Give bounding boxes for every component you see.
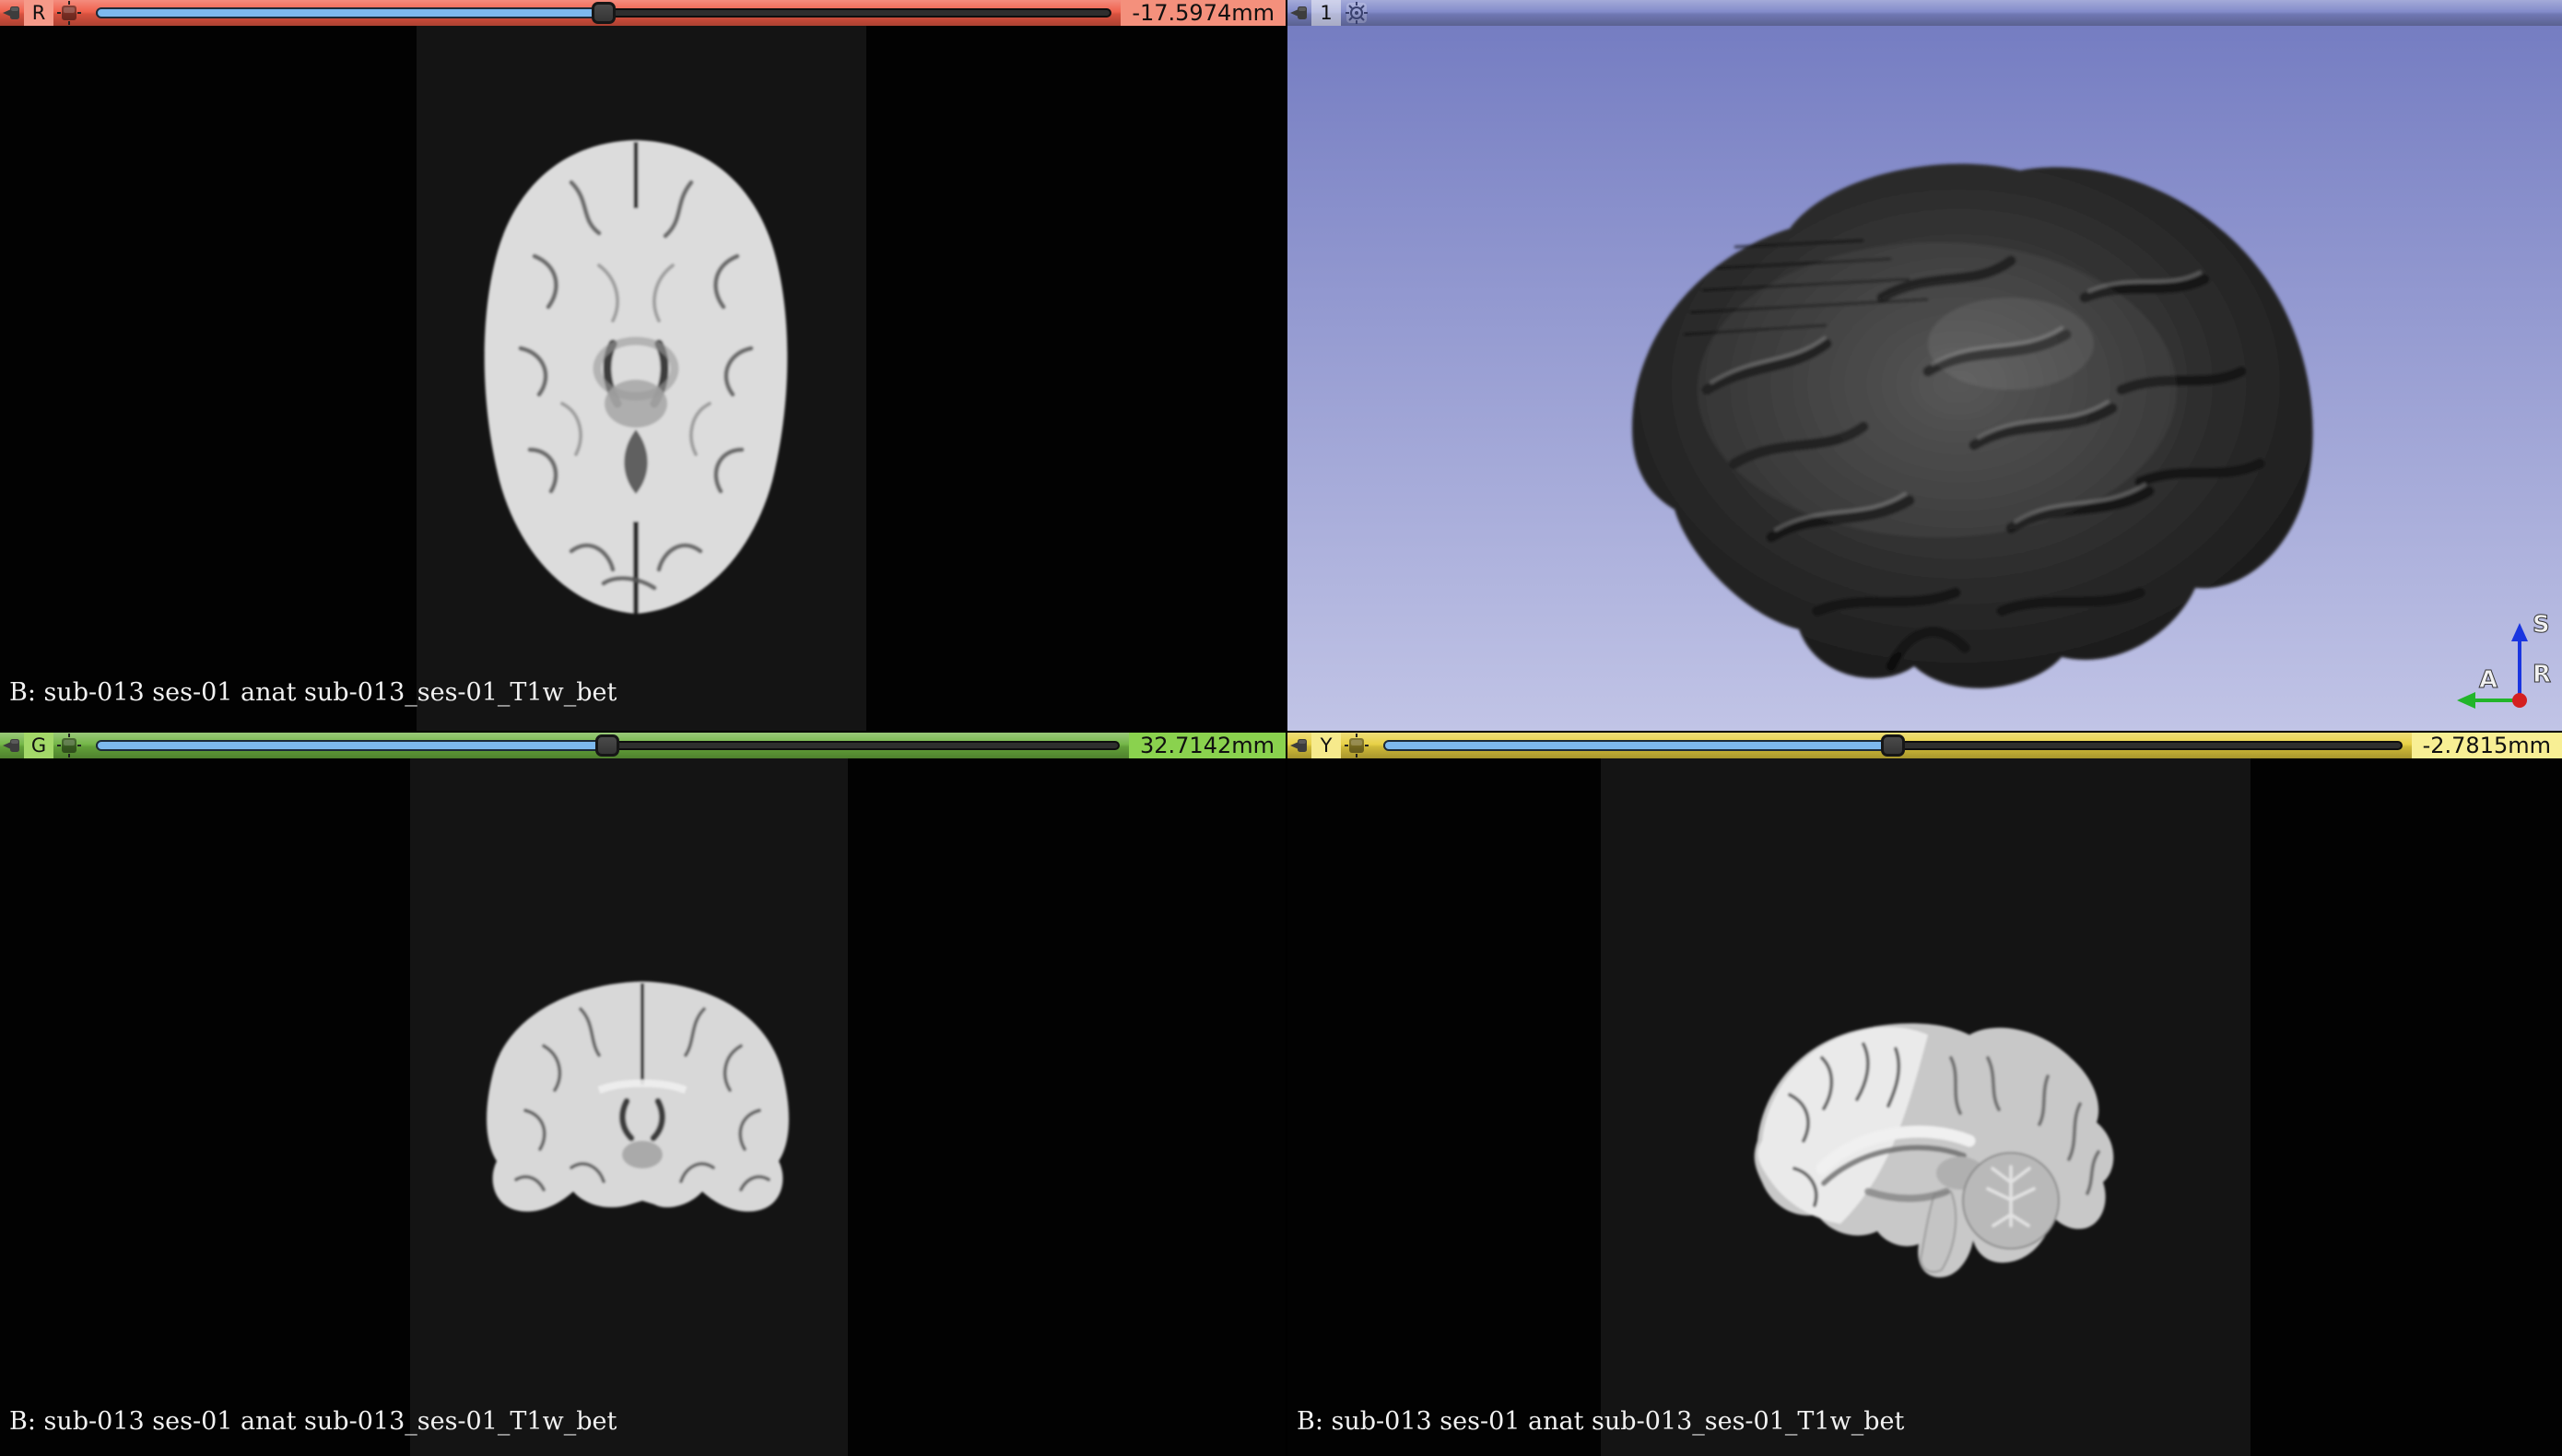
sagittal-brain-slice	[1684, 993, 2145, 1293]
axis-label-superior: S	[2533, 611, 2550, 639]
view-label-badge[interactable]: 1	[1311, 0, 1341, 26]
pin-icon[interactable]	[0, 733, 24, 758]
slice-view-green: G 32.7142mm	[0, 733, 1286, 1456]
slice-offset-value[interactable]: 32.7142mm	[1129, 733, 1286, 758]
brain-3d-render	[1495, 113, 2343, 712]
slider-track-fill[interactable]	[96, 7, 604, 18]
pin-icon[interactable]	[1287, 0, 1311, 26]
slice-offset-slider[interactable]	[96, 733, 1120, 758]
slice-offset-value[interactable]: -17.5974mm	[1121, 0, 1286, 26]
threed-controller-bar: 1	[1287, 0, 2562, 26]
slice-view-red: R -17.5974mm	[0, 0, 1286, 731]
coronal-brain-slice	[461, 972, 825, 1244]
slice-offset-slider[interactable]	[1383, 733, 2403, 758]
slice-visibility-icon[interactable]	[53, 0, 85, 26]
view-label-badge[interactable]: Y	[1311, 733, 1341, 758]
green-slice-viewport[interactable]: B: sub-013 ses-01 anat sub-013_ses-01_T1…	[0, 758, 1286, 1456]
slider-track-fill[interactable]	[1383, 740, 1893, 751]
yellow-slice-controller-bar: Y -2.7815mm	[1287, 733, 2562, 758]
yellow-slice-viewport[interactable]: B: sub-013 ses-01 anat sub-013_ses-01_T1…	[1287, 758, 2562, 1456]
threed-view: 1	[1287, 0, 2562, 731]
slider-handle[interactable]	[595, 734, 619, 757]
volume-annotation: B: sub-013 ses-01 anat sub-013_ses-01_T1…	[1297, 1407, 1904, 1436]
axis-label-right: R	[2533, 661, 2551, 688]
axial-brain-slice	[433, 127, 839, 625]
axis-label-anterior: A	[2479, 666, 2497, 694]
pin-icon[interactable]	[0, 0, 24, 26]
slider-track-fill[interactable]	[96, 740, 607, 751]
green-slice-controller-bar: G 32.7142mm	[0, 733, 1286, 758]
slice-visibility-icon[interactable]	[53, 733, 85, 758]
volume-annotation: B: sub-013 ses-01 anat sub-013_ses-01_T1…	[9, 1407, 617, 1436]
pin-icon[interactable]	[1287, 733, 1311, 758]
slice-offset-slider[interactable]	[96, 0, 1111, 26]
view-label-badge[interactable]: R	[24, 0, 53, 26]
red-slice-viewport[interactable]: B: sub-013 ses-01 anat sub-013_ses-01_T1…	[0, 26, 1286, 731]
volume-annotation: B: sub-013 ses-01 anat sub-013_ses-01_T1…	[9, 678, 617, 707]
slice-view-yellow: Y -2.7815mm	[1287, 733, 2562, 1456]
slider-handle[interactable]	[1881, 734, 1905, 757]
orientation-axes-widget: S A R	[2453, 597, 2555, 722]
red-slice-controller-bar: R -17.5974mm	[0, 0, 1286, 26]
view-label-badge[interactable]: G	[24, 733, 53, 758]
threed-viewport[interactable]: S A R	[1287, 26, 2562, 731]
slice-offset-value[interactable]: -2.7815mm	[2412, 733, 2562, 758]
slider-handle[interactable]	[592, 2, 616, 24]
slice-visibility-icon[interactable]	[1341, 733, 1372, 758]
center-view-icon[interactable]	[1341, 0, 1372, 26]
